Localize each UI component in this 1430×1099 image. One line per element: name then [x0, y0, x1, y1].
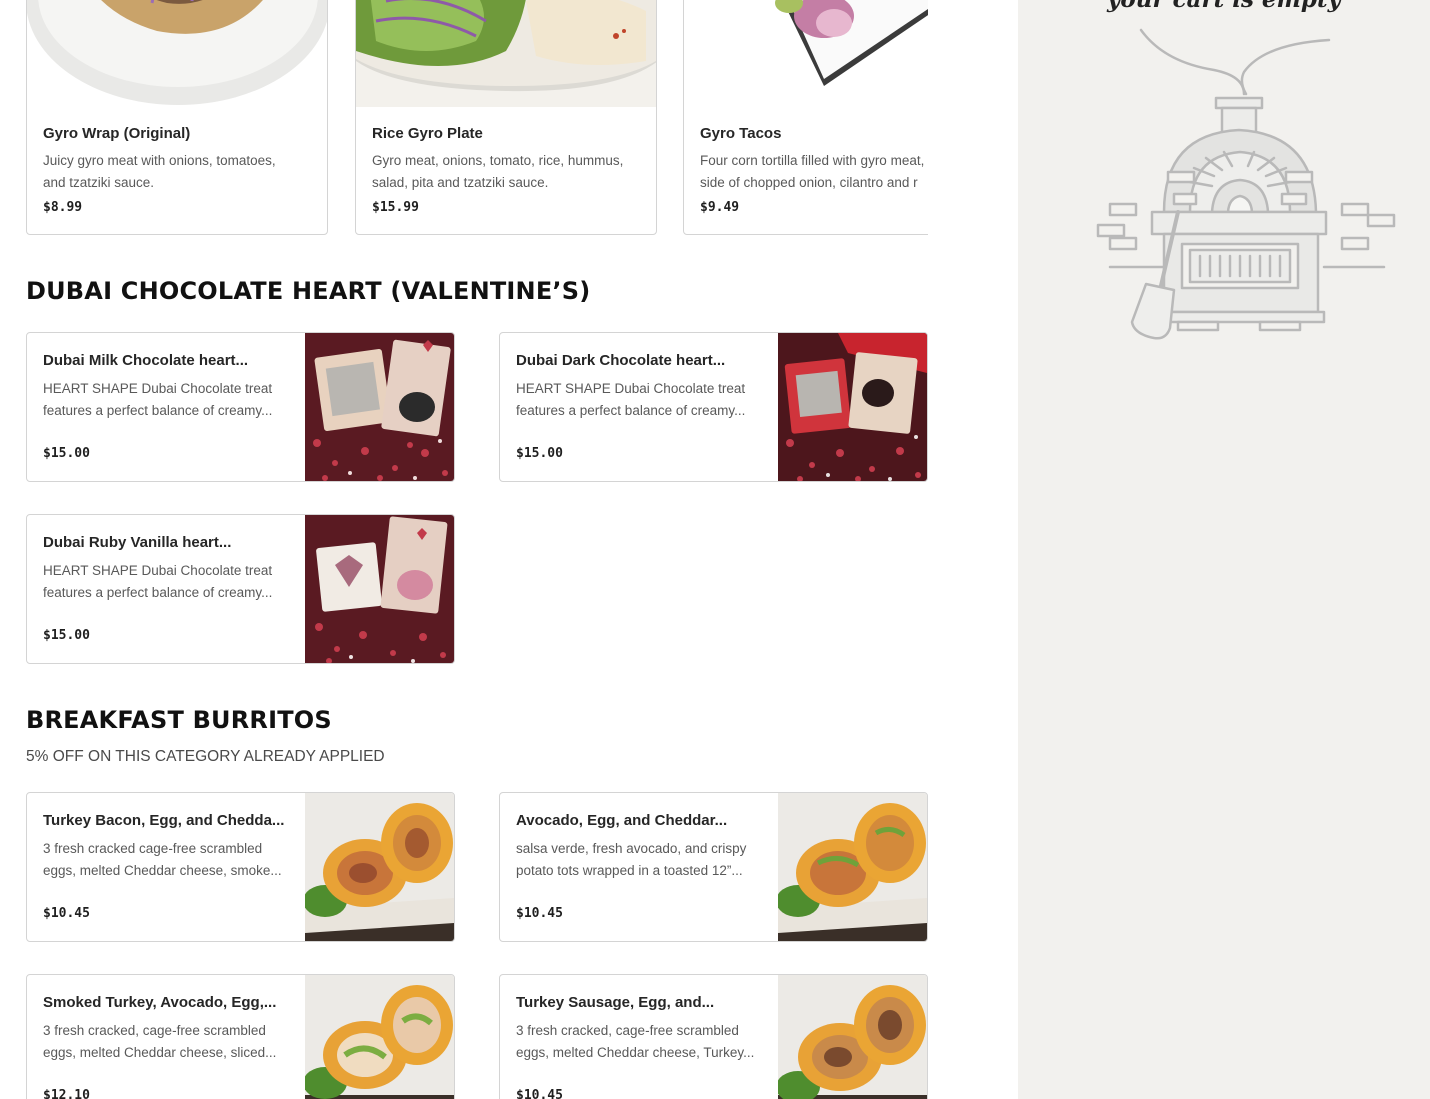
item-description-line: eggs, melted Cheddar cheese, smoke...	[43, 863, 282, 878]
menu-item-card[interactable]: Dubai Ruby Vanilla heart... HEART SHAPE …	[26, 514, 455, 664]
item-price: $15.00	[516, 446, 563, 461]
item-description-line: eggs, melted Cheddar cheese, sliced...	[43, 1045, 277, 1060]
item-photo	[778, 333, 927, 481]
item-photo	[778, 793, 927, 941]
item-description: 3 fresh cracked, cage-free scrambled egg…	[43, 1020, 299, 1064]
item-description-line: Gyro meat, onions, tomato, rice, hummus,	[372, 153, 624, 168]
item-description-line: side of chopped onion, cilantro and r	[700, 175, 918, 190]
item-description-line: salsa verde, fresh avocado, and crispy	[516, 841, 747, 856]
item-price: $15.99	[372, 200, 419, 215]
item-description-line: 3 fresh cracked, cage-free scrambled	[43, 1023, 266, 1038]
menu-item-card[interactable]: Smoked Turkey, Avocado, Egg,... 3 fresh …	[26, 974, 455, 1099]
menu-item-card[interactable]: Turkey Sausage, Egg, and... 3 fresh crac…	[499, 974, 928, 1099]
item-description: HEART SHAPE Dubai Chocolate treat featur…	[43, 378, 299, 422]
menu-main: Gyro Wrap (Original) Juicy gyro meat wit…	[0, 0, 1018, 1099]
item-price: $8.99	[43, 200, 83, 215]
item-photo	[305, 333, 454, 481]
menu-item-card[interactable]: Avocado, Egg, and Cheddar... salsa verde…	[499, 792, 928, 942]
item-price: $12.10	[43, 1088, 90, 1099]
item-description-line: potato tots wrapped in a toasted 12”...	[516, 863, 743, 878]
item-description-line: HEART SHAPE Dubai Chocolate treat	[43, 563, 273, 578]
item-description-line: 3 fresh cracked cage-free scrambled	[43, 841, 263, 856]
item-photo	[684, 0, 928, 107]
item-price: $9.49	[700, 200, 740, 215]
menu-item-card[interactable]: Gyro Tacos Four corn tortilla filled wit…	[683, 0, 928, 235]
item-name: Gyro Wrap (Original)	[43, 125, 191, 142]
item-description: Juicy gyro meat with onions, tomatoes, a…	[43, 150, 317, 194]
item-name: Avocado, Egg, and Cheddar...	[516, 812, 728, 829]
item-name: Turkey Bacon, Egg, and Chedda...	[43, 812, 285, 829]
section-discount-note: 5% OFF ON THIS CATEGORY ALREADY APPLIED	[26, 748, 385, 765]
item-description: HEART SHAPE Dubai Chocolate treat featur…	[43, 560, 299, 604]
item-description-line: HEART SHAPE Dubai Chocolate treat	[43, 381, 273, 396]
item-price: $15.00	[43, 446, 90, 461]
item-photo	[305, 515, 454, 663]
item-description-line: features a perfect balance of creamy...	[516, 403, 746, 418]
item-price: $10.45	[516, 906, 563, 921]
menu-item-card[interactable]: Dubai Dark Chocolate heart... HEART SHAP…	[499, 332, 928, 482]
item-description-line: eggs, melted Cheddar cheese, Turkey...	[516, 1045, 755, 1060]
item-description-line: HEART SHAPE Dubai Chocolate treat	[516, 381, 746, 396]
item-description: salsa verde, fresh avocado, and crispy p…	[516, 838, 772, 882]
item-description: Gyro meat, onions, tomato, rice, hummus,…	[372, 150, 646, 194]
item-price: $10.45	[516, 1088, 563, 1099]
section-title: DUBAI CHOCOLATE HEART (VALENTINE’S)	[26, 277, 591, 305]
item-photo	[305, 975, 454, 1099]
menu-item-card[interactable]: Turkey Bacon, Egg, and Chedda... 3 fresh…	[26, 792, 455, 942]
menu-item-card[interactable]: Rice Gyro Plate Gyro meat, onions, tomat…	[355, 0, 657, 235]
item-name: Rice Gyro Plate	[372, 125, 483, 142]
item-description-line: Four corn tortilla filled with gyro meat…	[700, 153, 925, 168]
menu-item-card[interactable]: Gyro Wrap (Original) Juicy gyro meat wit…	[26, 0, 328, 235]
item-description-line: features a perfect balance of creamy...	[43, 585, 273, 600]
item-name: Turkey Sausage, Egg, and...	[516, 994, 715, 1011]
item-description-line: and tzatziki sauce.	[43, 175, 155, 190]
section-title: BREAKFAST BURRITOS	[26, 706, 332, 734]
item-photo	[778, 975, 927, 1099]
cart-panel: your cart is empty	[1018, 0, 1430, 1099]
item-name: Gyro Tacos	[700, 125, 782, 142]
item-name: Dubai Ruby Vanilla heart...	[43, 534, 232, 551]
item-photo	[305, 793, 454, 941]
item-name: Smoked Turkey, Avocado, Egg,...	[43, 994, 277, 1011]
featured-carousel: Gyro Wrap (Original) Juicy gyro meat wit…	[26, 0, 928, 236]
item-description: 3 fresh cracked cage-free scrambled eggs…	[43, 838, 299, 882]
item-price: $10.45	[43, 906, 90, 921]
item-description: 3 fresh cracked, cage-free scrambled egg…	[516, 1020, 772, 1064]
item-price: $15.00	[43, 628, 90, 643]
item-description-line: features a perfect balance of creamy...	[43, 403, 273, 418]
item-photo	[27, 0, 327, 107]
menu-item-card[interactable]: Dubai Milk Chocolate heart... HEART SHAP…	[26, 332, 455, 482]
item-description-line: 3 fresh cracked, cage-free scrambled	[516, 1023, 739, 1038]
item-photo	[356, 0, 656, 107]
item-name: Dubai Dark Chocolate heart...	[516, 352, 726, 369]
pizza-oven-illustration	[1094, 22, 1398, 344]
item-description: HEART SHAPE Dubai Chocolate treat featur…	[516, 378, 772, 422]
item-name: Dubai Milk Chocolate heart...	[43, 352, 249, 369]
cart-empty-message: your cart is empty	[1018, 0, 1430, 13]
item-description: Four corn tortilla filled with gyro meat…	[700, 150, 928, 194]
item-description-line: Juicy gyro meat with onions, tomatoes,	[43, 153, 276, 168]
item-description-line: salad, pita and tzatziki sauce.	[372, 175, 549, 190]
